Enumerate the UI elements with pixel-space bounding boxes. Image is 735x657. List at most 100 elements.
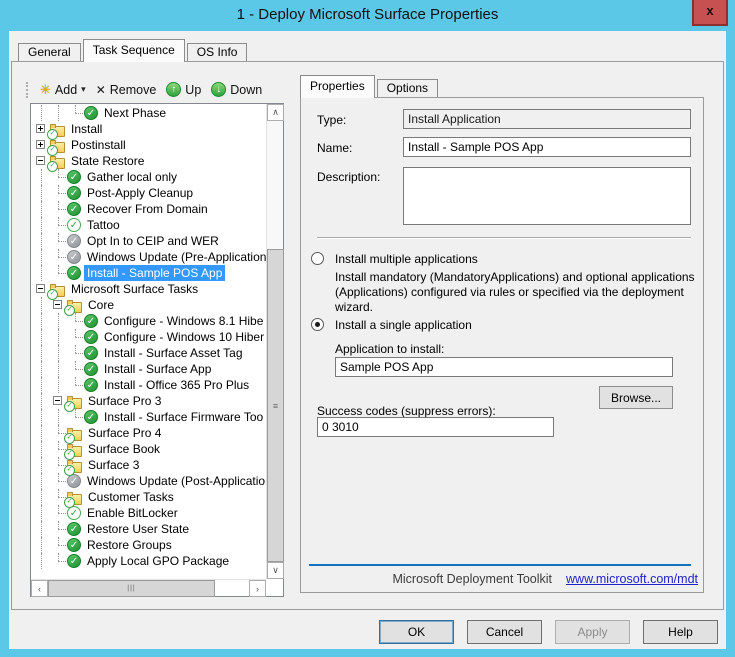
tree-guide-elbow bbox=[50, 505, 67, 521]
name-field[interactable] bbox=[403, 137, 691, 157]
tree-item-install-surface-firmware-too[interactable]: ✓Install - Surface Firmware Too bbox=[33, 409, 266, 425]
tree-item-surface-pro-3[interactable]: Surface Pro 3 bbox=[33, 393, 266, 409]
move-up-button[interactable]: ↑ Up bbox=[161, 80, 206, 99]
tree-guide-line bbox=[33, 265, 50, 281]
tree-guide-line bbox=[33, 345, 50, 361]
tree-item-recover-from-domain[interactable]: ✓Recover From Domain bbox=[33, 201, 266, 217]
description-field[interactable] bbox=[403, 167, 691, 225]
collapse-minus-icon[interactable] bbox=[36, 156, 45, 165]
up-arrow-icon: ↑ bbox=[166, 82, 181, 97]
tree-guide-line bbox=[33, 473, 50, 489]
dialog-button-row: OKCancelApplyHelp bbox=[379, 620, 718, 644]
radio-install-single-label[interactable]: Install a single application bbox=[335, 318, 472, 332]
cancel-button[interactable]: Cancel bbox=[467, 620, 542, 644]
tree-item-gather-local-only[interactable]: ✓Gather local only bbox=[33, 169, 266, 185]
tree-item-label: Configure - Windows 10 Hiber bbox=[101, 329, 266, 345]
tree-horizontal-scrollbar[interactable]: ‹ ||| › bbox=[31, 579, 266, 596]
tree-item-label: Post-Apply Cleanup bbox=[84, 185, 196, 201]
tab-task-sequence[interactable]: Task Sequence bbox=[83, 39, 185, 62]
tree-item-tattoo[interactable]: ✓Tattoo bbox=[33, 217, 266, 233]
tree-guide-line bbox=[33, 329, 50, 345]
tree-item-install-surface-app[interactable]: ✓Install - Surface App bbox=[33, 361, 266, 377]
tree-item-install-office-365-pro-plus[interactable]: ✓Install - Office 365 Pro Plus bbox=[33, 377, 266, 393]
tree-item-surface-book[interactable]: Surface Book bbox=[33, 441, 266, 457]
tree-guide-elbow bbox=[50, 521, 67, 537]
tree-item-microsoft-surface-tasks[interactable]: Microsoft Surface Tasks bbox=[33, 281, 266, 297]
scroll-up-button[interactable]: ∧ bbox=[267, 104, 284, 121]
collapse-minus-icon[interactable] bbox=[53, 300, 62, 309]
scroll-up-icon: ∧ bbox=[272, 107, 279, 118]
scrollbar-track[interactable] bbox=[215, 580, 249, 596]
titlebar[interactable]: 1 - Deploy Microsoft Surface Properties … bbox=[0, 0, 735, 31]
check-icon-green: ✓ bbox=[84, 330, 98, 344]
mdt-footer-text: Microsoft Deployment Toolkit bbox=[392, 572, 552, 586]
add-button[interactable]: ✳ Add ▾ bbox=[35, 80, 91, 100]
tree-item-apply-local-gpo-package[interactable]: ✓Apply Local GPO Package bbox=[33, 553, 266, 569]
tree-guide-line bbox=[33, 185, 50, 201]
tree-item-surface-3[interactable]: Surface 3 bbox=[33, 457, 266, 473]
tree-item-post-apply-cleanup[interactable]: ✓Post-Apply Cleanup bbox=[33, 185, 266, 201]
tree-guide-elbow bbox=[50, 233, 67, 249]
tree-item-configure-windows-10-hiber[interactable]: ✓Configure - Windows 10 Hiber bbox=[33, 329, 266, 345]
mdt-footer-link[interactable]: www.microsoft.com/mdt bbox=[566, 572, 698, 586]
move-down-button[interactable]: ↓ Down bbox=[206, 80, 267, 99]
horizontal-scrollbar-thumb[interactable]: ||| bbox=[48, 580, 215, 597]
tree-item-postinstall[interactable]: Postinstall bbox=[33, 137, 266, 153]
remove-button[interactable]: ✕ Remove bbox=[91, 81, 162, 99]
tree-guide-line bbox=[33, 169, 50, 185]
expand-plus-icon[interactable] bbox=[36, 140, 45, 149]
tab-os-info[interactable]: OS Info bbox=[187, 43, 248, 61]
folder-flap bbox=[67, 428, 73, 432]
scroll-right-button[interactable]: › bbox=[249, 580, 266, 597]
tree-item-label: Recover From Domain bbox=[84, 201, 211, 217]
tree-item-customer-tasks[interactable]: Customer Tasks bbox=[33, 489, 266, 505]
help-button[interactable]: Help bbox=[643, 620, 718, 644]
tree-item-label: Customer Tasks bbox=[85, 489, 177, 505]
radio-install-single[interactable] bbox=[311, 318, 324, 331]
success-codes-field[interactable] bbox=[317, 417, 554, 437]
tree-vertical-scrollbar[interactable]: ∧ ≡ ∨ bbox=[266, 104, 283, 579]
tree-item-opt-in-to-ceip-and-wer[interactable]: ✓Opt In to CEIP and WER bbox=[33, 233, 266, 249]
check-icon-green: ✓ bbox=[67, 170, 81, 184]
expand-plus-icon[interactable] bbox=[36, 124, 45, 133]
browse-button[interactable]: Browse... bbox=[599, 386, 673, 409]
chevron-down-icon: ▾ bbox=[81, 84, 86, 95]
tree-item-next-phase[interactable]: ✓Next Phase bbox=[33, 105, 266, 121]
tree-item-configure-windows-8-1-hibe[interactable]: ✓Configure - Windows 8.1 Hibe bbox=[33, 313, 266, 329]
dialog-window: 1 - Deploy Microsoft Surface Properties … bbox=[0, 0, 735, 657]
collapse-minus-icon[interactable] bbox=[36, 284, 45, 293]
tree-item-restore-groups[interactable]: ✓Restore Groups bbox=[33, 537, 266, 553]
close-button[interactable]: x bbox=[692, 0, 728, 26]
ok-button[interactable]: OK bbox=[379, 620, 454, 644]
tree-guide-elbow bbox=[67, 313, 84, 329]
tree-item-label: Tattoo bbox=[84, 217, 123, 233]
tree-toolbar: ✳ Add ▾ ✕ Remove ↑ Up ↓ Down bbox=[24, 78, 286, 101]
radio-install-multiple-label[interactable]: Install multiple applications bbox=[335, 252, 478, 266]
scroll-down-button[interactable]: ∨ bbox=[267, 562, 284, 579]
folder-check-icon bbox=[50, 156, 65, 169]
collapse-minus-icon[interactable] bbox=[53, 396, 62, 405]
tree-item-restore-user-state[interactable]: ✓Restore User State bbox=[33, 521, 266, 537]
radio-install-multiple[interactable] bbox=[311, 252, 324, 265]
tree-item-windows-update-pre-application-inst[interactable]: ✓Windows Update (Pre-Application Inst bbox=[33, 249, 266, 265]
tree-item-state-restore[interactable]: State Restore bbox=[33, 153, 266, 169]
check-icon-green: ✓ bbox=[84, 346, 98, 360]
tree-item-install-sample-pos-app[interactable]: ✓Install - Sample POS App bbox=[33, 265, 266, 281]
tab-options[interactable]: Options bbox=[377, 79, 438, 97]
application-field[interactable] bbox=[335, 357, 673, 377]
scroll-left-button[interactable]: ‹ bbox=[31, 580, 48, 597]
application-to-install-label: Application to install: bbox=[335, 342, 444, 356]
tree-item-surface-pro-4[interactable]: Surface Pro 4 bbox=[33, 425, 266, 441]
add-icon: ✳ bbox=[40, 82, 51, 98]
tree-item-install[interactable]: Install bbox=[33, 121, 266, 137]
tree-guide-elbow bbox=[67, 361, 84, 377]
tree-item-install-surface-asset-tag[interactable]: ✓Install - Surface Asset Tag bbox=[33, 345, 266, 361]
tree-item-core[interactable]: Core bbox=[33, 297, 266, 313]
tab-general[interactable]: General bbox=[18, 43, 81, 61]
success-codes-label: Success codes (suppress errors): bbox=[317, 404, 496, 418]
vertical-scrollbar-thumb[interactable]: ≡ bbox=[267, 249, 284, 562]
tree-guide-line bbox=[33, 377, 50, 393]
check-icon-gray: ✓ bbox=[67, 474, 81, 488]
tree-guide-elbow bbox=[67, 105, 84, 121]
tab-properties[interactable]: Properties bbox=[300, 75, 375, 98]
